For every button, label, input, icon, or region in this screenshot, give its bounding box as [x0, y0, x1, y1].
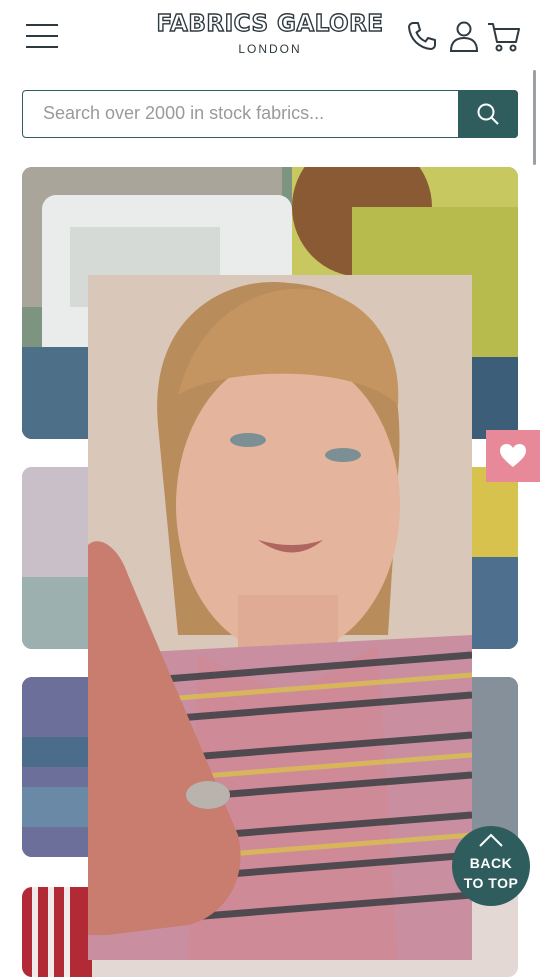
heart-icon: [500, 444, 526, 467]
back-to-top-line2: TO TOP: [463, 875, 519, 891]
chevron-up-icon: [479, 833, 503, 847]
back-to-top-line1: BACK: [469, 855, 513, 871]
search-bar: [22, 90, 518, 138]
cart-icon[interactable]: [486, 18, 522, 54]
search-input[interactable]: [23, 91, 459, 136]
phone-icon[interactable]: [404, 18, 440, 54]
video-overlay-person: [88, 275, 472, 960]
wishlist-button[interactable]: [486, 430, 540, 482]
site-header: FABRICS GALORE LONDON: [0, 0, 540, 80]
hamburger-menu-icon[interactable]: [26, 22, 58, 50]
search-icon: [477, 103, 499, 125]
brand-name: FABRICS GALORE: [156, 10, 384, 37]
user-icon[interactable]: [446, 18, 482, 54]
back-to-top-button[interactable]: BACK TO TOP: [452, 826, 530, 906]
brand-logo[interactable]: FABRICS GALORE LONDON: [150, 10, 390, 56]
page-scrollbar[interactable]: [533, 70, 536, 165]
brand-location: LONDON: [238, 42, 302, 56]
person-video-frame: [88, 275, 472, 960]
search-button[interactable]: [458, 90, 518, 138]
